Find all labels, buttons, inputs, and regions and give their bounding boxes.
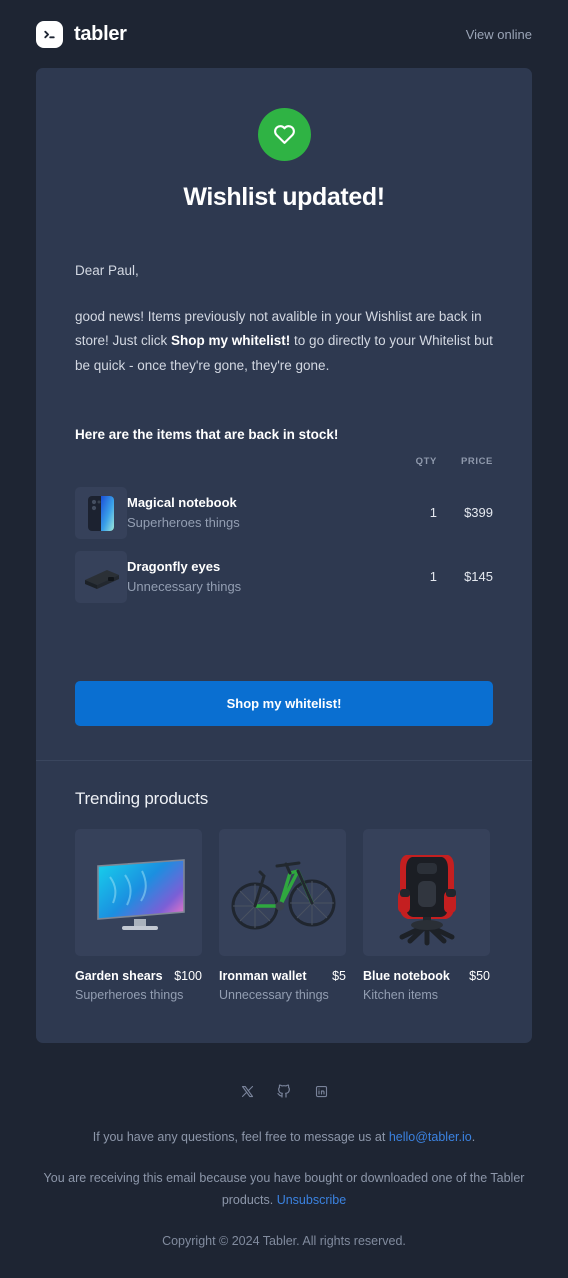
- item-price: $145: [464, 569, 493, 585]
- product-category: Kitchen items: [363, 988, 439, 1003]
- social-links: [30, 1081, 538, 1101]
- contact-text-before: If you have any questions, feel free to …: [92, 1130, 389, 1145]
- bicycle-image: [219, 828, 346, 956]
- item-category: Superheroes things: [127, 515, 240, 531]
- item-qty: 1: [429, 505, 437, 521]
- item-price: $399: [464, 505, 493, 521]
- github-icon[interactable]: [274, 1081, 294, 1101]
- email-header: tabler View online: [0, 0, 568, 68]
- legal-line: You are receiving this email because you…: [30, 1168, 538, 1211]
- item-name: Dragonfly eyes: [127, 558, 221, 574]
- greeting-text: Dear Paul,: [75, 263, 139, 278]
- intro-text-bold: Shop my whitelist!: [171, 333, 291, 349]
- items-heading: Here are the items that are back in stoc…: [75, 426, 339, 442]
- trending-title: Trending products: [75, 788, 208, 808]
- email-card: Wishlist updated! Dear Paul, good news! …: [36, 68, 532, 1044]
- card-body: Wishlist updated! Dear Paul, good news! …: [36, 68, 532, 760]
- product-name: Blue notebook: [363, 968, 450, 983]
- unsubscribe-link[interactable]: Unsubscribe: [277, 1193, 346, 1207]
- cta-wrapper: Shop my whitelist!: [75, 680, 493, 726]
- product-category: Superheroes things: [75, 988, 184, 1003]
- trending-products-list: Garden shears $100 Superheroes things Ir…: [75, 828, 493, 1006]
- item-category: Unnecessary things: [127, 579, 242, 595]
- intro-text: good news! Items previously not avalible…: [75, 305, 493, 379]
- product-info: Ironman wallet $5: [219, 968, 346, 985]
- brand-name: tabler: [74, 22, 127, 45]
- trending-section: Trending products Garden shears $100 Sup…: [36, 761, 532, 1044]
- power-bank-image: [75, 550, 127, 603]
- terminal-prompt-icon: [36, 20, 63, 48]
- smartphone-image: [75, 486, 127, 539]
- product-info: Blue notebook $50: [363, 968, 490, 985]
- heart-icon: [257, 108, 311, 161]
- contact-text-after: .: [471, 1130, 476, 1145]
- hero-icon-row: [75, 108, 493, 161]
- item-qty: 1: [429, 569, 437, 585]
- product-name: Ironman wallet: [219, 968, 307, 983]
- table-header-row: QTY PRICE: [75, 456, 493, 481]
- copyright-line: Copyright © 2024 Tabler. All rights rese…: [162, 1233, 406, 1248]
- gaming-chair-image: [363, 828, 490, 956]
- product-price: $100: [174, 968, 202, 983]
- item-name: Magical notebook: [127, 494, 237, 510]
- product-card[interactable]: Blue notebook $50 Kitchen items: [363, 828, 490, 1006]
- email-container: tabler View online Wishlist updated! Dea…: [0, 0, 568, 1278]
- item-info-cell: Dragonfly eyes Unnecessary things: [127, 545, 391, 609]
- brand-logo-link[interactable]: tabler: [36, 20, 127, 48]
- back-in-stock-table: QTY PRICE Magical notebook Superheroes t…: [75, 456, 493, 609]
- item-thumb-cell: [75, 545, 127, 609]
- shop-my-whitelist-button[interactable]: Shop my whitelist!: [75, 680, 493, 726]
- view-online-link[interactable]: View online: [466, 27, 532, 42]
- table-head: QTY PRICE: [75, 456, 493, 481]
- product-price: $50: [469, 968, 490, 983]
- product-card[interactable]: Ironman wallet $5 Unnecessary things: [219, 828, 346, 1006]
- television-image: [75, 828, 202, 956]
- contact-email-link[interactable]: hello@tabler.io: [389, 1130, 472, 1144]
- email-footer: If you have any questions, feel free to …: [0, 1043, 568, 1278]
- linkedin-icon[interactable]: [311, 1081, 331, 1101]
- x-icon[interactable]: [237, 1081, 257, 1101]
- product-price: $5: [332, 968, 346, 983]
- column-header-item: [75, 456, 391, 481]
- page-title: Wishlist updated!: [183, 183, 385, 211]
- product-info: Garden shears $100: [75, 968, 202, 985]
- table-body: Magical notebook Superheroes things 1 $3…: [75, 481, 493, 609]
- column-header-price: PRICE: [460, 455, 493, 467]
- product-name: Garden shears: [75, 968, 163, 983]
- contact-line: If you have any questions, feel free to …: [30, 1127, 538, 1148]
- table-row: Magical notebook Superheroes things 1 $3…: [75, 481, 493, 545]
- product-category: Unnecessary things: [219, 988, 329, 1003]
- item-info-cell: Magical notebook Superheroes things: [127, 481, 391, 545]
- product-card[interactable]: Garden shears $100 Superheroes things: [75, 828, 202, 1006]
- table-row: Dragonfly eyes Unnecessary things 1 $145: [75, 545, 493, 609]
- column-header-qty: QTY: [415, 455, 437, 467]
- item-thumb-cell: [75, 481, 127, 545]
